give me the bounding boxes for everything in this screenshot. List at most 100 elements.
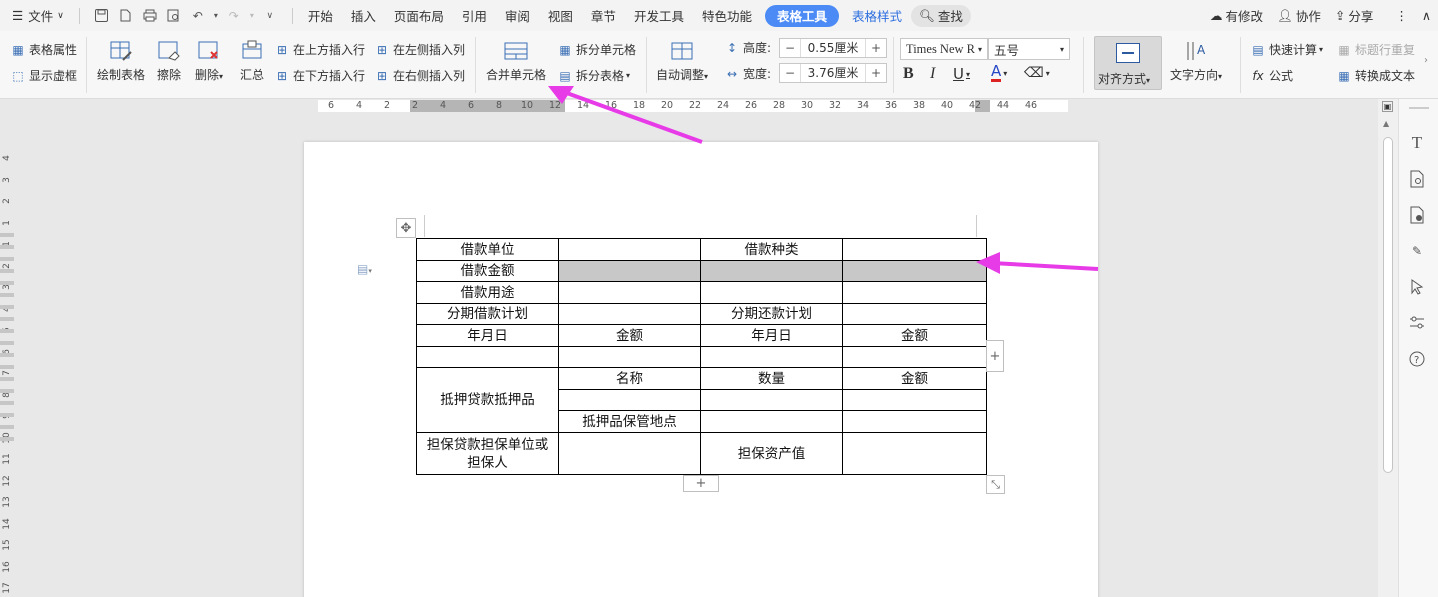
table-cell[interactable] — [842, 303, 987, 325]
print-icon[interactable] — [140, 6, 160, 26]
tab-developer[interactable]: 开发工具 — [625, 0, 693, 31]
selected-cell[interactable] — [842, 260, 987, 282]
scrollbar-thumb[interactable] — [1383, 137, 1393, 473]
table-cell[interactable] — [842, 281, 987, 304]
tab-view[interactable]: 视图 — [539, 0, 582, 31]
erase-button[interactable]: 擦除 — [156, 39, 182, 83]
table-cell[interactable]: 年月日 — [700, 324, 843, 347]
table-cell[interactable]: 金额 — [842, 324, 987, 347]
table-properties-button[interactable]: ▦ 表格属性 — [10, 41, 77, 58]
table-cell[interactable] — [558, 281, 701, 304]
table-cell[interactable] — [416, 346, 559, 368]
table-cell[interactable]: 担保贷款担保单位或担保人 — [416, 432, 559, 475]
save-icon[interactable] — [92, 6, 112, 26]
table-cell[interactable]: 借款种类 — [700, 238, 843, 261]
add-column-button[interactable]: + — [986, 340, 1004, 372]
insert-col-left-button[interactable]: ⊞ 在左侧插入列 — [374, 41, 465, 58]
horizontal-ruler[interactable]: 6 4 2 2 4 6 8 10 12 14 16 18 20 22 24 26 28 30 32 34 36 38 40 4… — [0, 99, 1438, 113]
split-cells-button[interactable]: ▦ 拆分单元格 — [557, 41, 636, 58]
font-name-select[interactable]: Times New R ▾ — [900, 38, 988, 60]
customize-toolbar-icon[interactable]: ∨ — [260, 6, 280, 26]
col-width-stepper[interactable]: − 3.76厘米 + — [779, 63, 887, 83]
increase-width-button[interactable]: + — [866, 66, 886, 80]
table-cell[interactable] — [842, 346, 987, 368]
table-cell[interactable] — [558, 432, 701, 475]
tab-references[interactable]: 引用 — [453, 0, 496, 31]
page-view-icon[interactable]: ▣ — [1382, 101, 1393, 112]
table-cell[interactable]: 借款单位 — [416, 238, 559, 261]
document-table[interactable]: 借款单位 借款种类 借款金额 借款用途 分期借款计划 分期还款计划 年月日 金额… — [416, 238, 987, 475]
merge-cells-button[interactable]: 合并单元格 — [486, 39, 546, 83]
convert-to-text-button[interactable]: ▦ 转换成文本 — [1336, 67, 1415, 84]
selected-cell[interactable] — [700, 260, 843, 282]
modified-button[interactable]: ☁ 有修改 — [1203, 0, 1270, 31]
tab-special[interactable]: 特色功能 — [693, 0, 761, 31]
table-cell[interactable]: 金额 — [842, 367, 987, 390]
insert-col-right-button[interactable]: ⊞ 在右侧插入列 — [374, 67, 465, 84]
selected-cell[interactable] — [558, 260, 701, 282]
summary-button[interactable]: 汇总 — [239, 39, 265, 83]
select-cursor-icon[interactable] — [1407, 277, 1427, 297]
row-height-stepper[interactable]: − 0.55厘米 + — [779, 38, 887, 58]
auto-fit-button[interactable]: 自动调整▾ — [656, 39, 708, 83]
redo-icon[interactable]: ↷ — [224, 6, 244, 26]
insert-row-above-button[interactable]: ⊞ 在上方插入行 — [274, 41, 365, 58]
tab-chapter[interactable]: 章节 — [582, 0, 625, 31]
document-icon[interactable] — [1407, 169, 1427, 189]
insert-row-below-button[interactable]: ⊞ 在下方插入行 — [274, 67, 365, 84]
collapse-ribbon-icon[interactable]: ∧ — [1415, 0, 1438, 31]
clear-format-button[interactable]: ⌫ ▾ — [1024, 65, 1050, 81]
style-icon[interactable]: T — [1407, 133, 1427, 153]
table-cell[interactable] — [558, 346, 701, 368]
export-pdf-icon[interactable] — [116, 6, 136, 26]
tab-table-style[interactable]: 表格样式 — [843, 0, 911, 31]
table-cell[interactable]: 名称 — [558, 367, 701, 390]
collaborate-button[interactable]: 👤︎ 协作 — [1270, 0, 1328, 31]
repeat-header-button[interactable]: ▦ 标题行重复 — [1336, 41, 1415, 58]
file-menu[interactable]: ☰ 文件 ∨ — [0, 0, 73, 31]
table-cell[interactable] — [700, 281, 843, 304]
table-cell[interactable]: 抵押贷款抵押品 — [416, 367, 559, 433]
redo-dropdown-icon[interactable]: ▾ — [248, 6, 256, 26]
table-cell[interactable] — [842, 432, 987, 475]
text-direction-button[interactable]: A 文字方向▾ — [1170, 39, 1222, 83]
alignment-button[interactable]: 对齐方式▾ — [1094, 36, 1162, 90]
vertical-ruler[interactable]: 43211234567891011121314151617 — [0, 113, 14, 597]
search-button[interactable]: 🔍︎ 查找 — [911, 4, 971, 27]
undo-icon[interactable]: ↶ — [188, 6, 208, 26]
table-cell[interactable] — [842, 238, 987, 261]
table-cell[interactable]: 金额 — [558, 324, 701, 347]
resize-table-icon[interactable]: ⤡ — [986, 475, 1005, 494]
row-height-value[interactable]: 0.55厘米 — [800, 39, 866, 57]
scroll-up-icon[interactable]: ▲ — [1383, 119, 1389, 128]
bold-button[interactable]: B — [903, 65, 914, 83]
undo-dropdown-icon[interactable]: ▾ — [212, 6, 220, 26]
table-cell[interactable] — [558, 303, 701, 325]
col-width-value[interactable]: 3.76厘米 — [800, 64, 866, 82]
table-cell[interactable]: 借款用途 — [416, 281, 559, 304]
italic-button[interactable]: I — [930, 65, 935, 83]
vertical-scrollbar[interactable]: ▣ ▲ — [1378, 99, 1398, 597]
quick-calc-button[interactable]: ▤ 快速计算 ▾ — [1250, 41, 1323, 58]
decrease-width-button[interactable]: − — [780, 66, 800, 80]
formula-button[interactable]: fx 公式 — [1250, 67, 1293, 84]
share-button[interactable]: ⇪ 分享 — [1328, 0, 1381, 31]
table-cell[interactable] — [700, 410, 843, 433]
table-cell[interactable]: 借款金额 — [416, 260, 559, 282]
print-preview-icon[interactable] — [164, 6, 184, 26]
table-cell[interactable] — [700, 389, 843, 411]
add-row-button[interactable]: + — [683, 475, 719, 492]
help-icon[interactable]: ? — [1407, 349, 1427, 369]
draw-table-button[interactable]: 绘制表格 — [97, 39, 145, 83]
tab-table-tools[interactable]: 表格工具 — [764, 4, 839, 27]
tab-insert[interactable]: 插入 — [342, 0, 385, 31]
table-cell[interactable]: 年月日 — [416, 324, 559, 347]
table-cell[interactable]: 分期还款计划 — [700, 303, 843, 325]
tab-home[interactable]: 开始 — [299, 0, 342, 31]
table-cell[interactable]: 担保资产值 — [700, 432, 843, 475]
ribbon-scroll-icon[interactable]: › — [1424, 55, 1428, 66]
table-cell[interactable]: 数量 — [700, 367, 843, 390]
table-cell[interactable] — [842, 389, 987, 411]
table-cell[interactable] — [558, 238, 701, 261]
underline-button[interactable]: U ▾ — [953, 65, 970, 83]
